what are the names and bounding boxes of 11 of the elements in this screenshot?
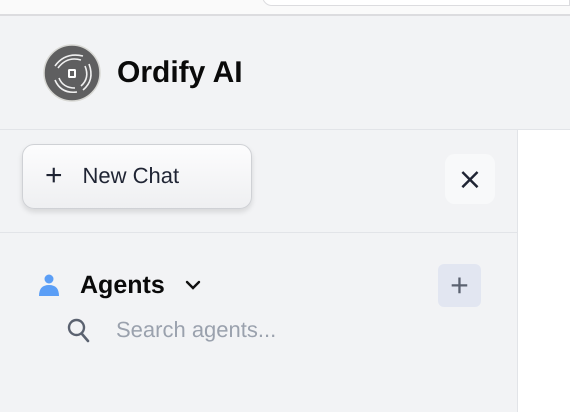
logo-icon — [43, 44, 101, 102]
new-chat-button[interactable]: + New Chat — [22, 144, 252, 208]
add-agent-button[interactable]: + — [438, 264, 481, 306]
search-field[interactable]: Search agents... — [116, 317, 416, 343]
app-title: Ordify AI — [117, 56, 243, 90]
person-icon — [39, 274, 59, 296]
plus-icon: + — [45, 161, 63, 191]
close-button[interactable]: × — [445, 154, 495, 204]
search-icon — [67, 318, 90, 342]
agents-heading: Agents — [80, 270, 165, 300]
chevron-icon[interactable] — [184, 280, 201, 290]
